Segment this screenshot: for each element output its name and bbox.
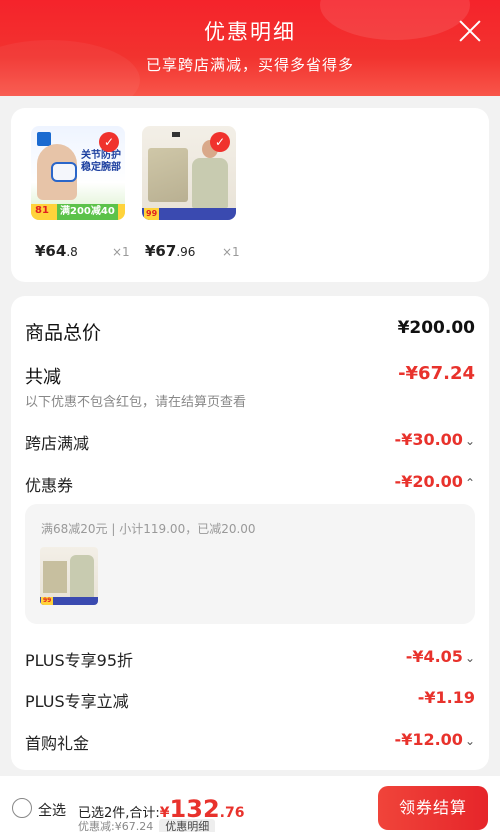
- chevron-down-icon: ⌄: [464, 734, 475, 748]
- chevron-down-icon: ⌄: [464, 434, 475, 448]
- header: 优惠明细 已享跨店满减，买得多省得多: [0, 0, 500, 96]
- discount-row-plus-95[interactable]: -¥4.05 ⌄: [406, 647, 475, 666]
- select-all-label[interactable]: 全选: [38, 800, 66, 820]
- coupon-detail-text: 满68减20元 | 小计119.00，已减20.00: [41, 522, 256, 536]
- discount-row-plus-instant: -¥1.19: [417, 688, 475, 707]
- discount-row-label: 首购礼金: [25, 734, 90, 753]
- discount-summary: 优惠减:¥67.24 优惠明细: [78, 818, 216, 832]
- product-price: ¥64.8: [35, 242, 78, 260]
- discount-note: 以下优惠不包含红包，请在结算页查看: [25, 395, 247, 410]
- chevron-up-icon: ⌃: [464, 476, 475, 490]
- discount-value: -¥67.24: [398, 363, 475, 384]
- discount-row-coupon[interactable]: -¥20.00 ⌃: [395, 472, 475, 491]
- summary-card: 商品总价 ¥200.00 共减 -¥67.24 以下优惠不包含红包，请在结算页查…: [11, 296, 489, 770]
- checkout-button[interactable]: 领券结算: [378, 786, 488, 830]
- checkout-bar: 全选 已选2件,合计:¥132.76 优惠减:¥67.24 优惠明细 领券结算: [0, 776, 500, 832]
- discount-row-label: PLUS专享95折: [25, 651, 133, 670]
- discount-detail-button[interactable]: 优惠明细: [159, 819, 216, 832]
- chevron-down-icon: ⌄: [464, 651, 475, 665]
- product-photo: [148, 148, 188, 202]
- image-price: 99: [41, 597, 54, 605]
- product-price: ¥67.96: [145, 242, 196, 260]
- product-qty: ×1: [112, 245, 130, 259]
- image-price-bar: 99: [142, 208, 236, 220]
- product-image[interactable]: 关节防护 稳定腕部 81 满200减40 ✓: [31, 126, 125, 220]
- total-value: ¥200.00: [397, 318, 475, 338]
- brand-logo: [37, 132, 51, 146]
- page-subtitle: 已享跨店满减，买得多省得多: [145, 56, 354, 74]
- image-deal: 满200减40: [57, 204, 118, 220]
- page-title: 优惠明细: [204, 20, 296, 44]
- discount-row-label: 优惠券: [25, 476, 74, 495]
- discount-row-label: PLUS专享立减: [25, 692, 129, 711]
- image-price: 81: [35, 205, 49, 216]
- image-text: 稳定腕部: [81, 162, 121, 173]
- product-image[interactable]: 99 ✓: [142, 126, 236, 220]
- discount-row-label: 跨店满减: [25, 434, 90, 453]
- discount-label: 共减: [25, 367, 61, 388]
- select-all-radio[interactable]: [12, 798, 32, 818]
- total-label: 商品总价: [25, 322, 102, 344]
- coupon-product-thumbnail: 99: [40, 547, 98, 605]
- image-price: 99: [144, 208, 160, 220]
- check-icon: ✓: [210, 132, 230, 152]
- product-qty: ×1: [222, 245, 240, 259]
- discount-row-cross-store[interactable]: -¥30.00 ⌄: [395, 430, 475, 449]
- close-icon[interactable]: [458, 19, 482, 43]
- discount-row-first-purchase[interactable]: -¥12.00 ⌄: [395, 730, 475, 749]
- product-card: 关节防护 稳定腕部 81 满200减40 ✓ 99 ✓ ¥64.8 ×1 ¥67…: [11, 108, 489, 282]
- coupon-detail-box: 满68减20元 | 小计119.00，已减20.00 99: [25, 504, 475, 624]
- brand-logo: [172, 132, 180, 137]
- product-photo: [51, 162, 77, 182]
- image-price-bar: 81 满200减40: [31, 204, 125, 220]
- check-icon: ✓: [99, 132, 119, 152]
